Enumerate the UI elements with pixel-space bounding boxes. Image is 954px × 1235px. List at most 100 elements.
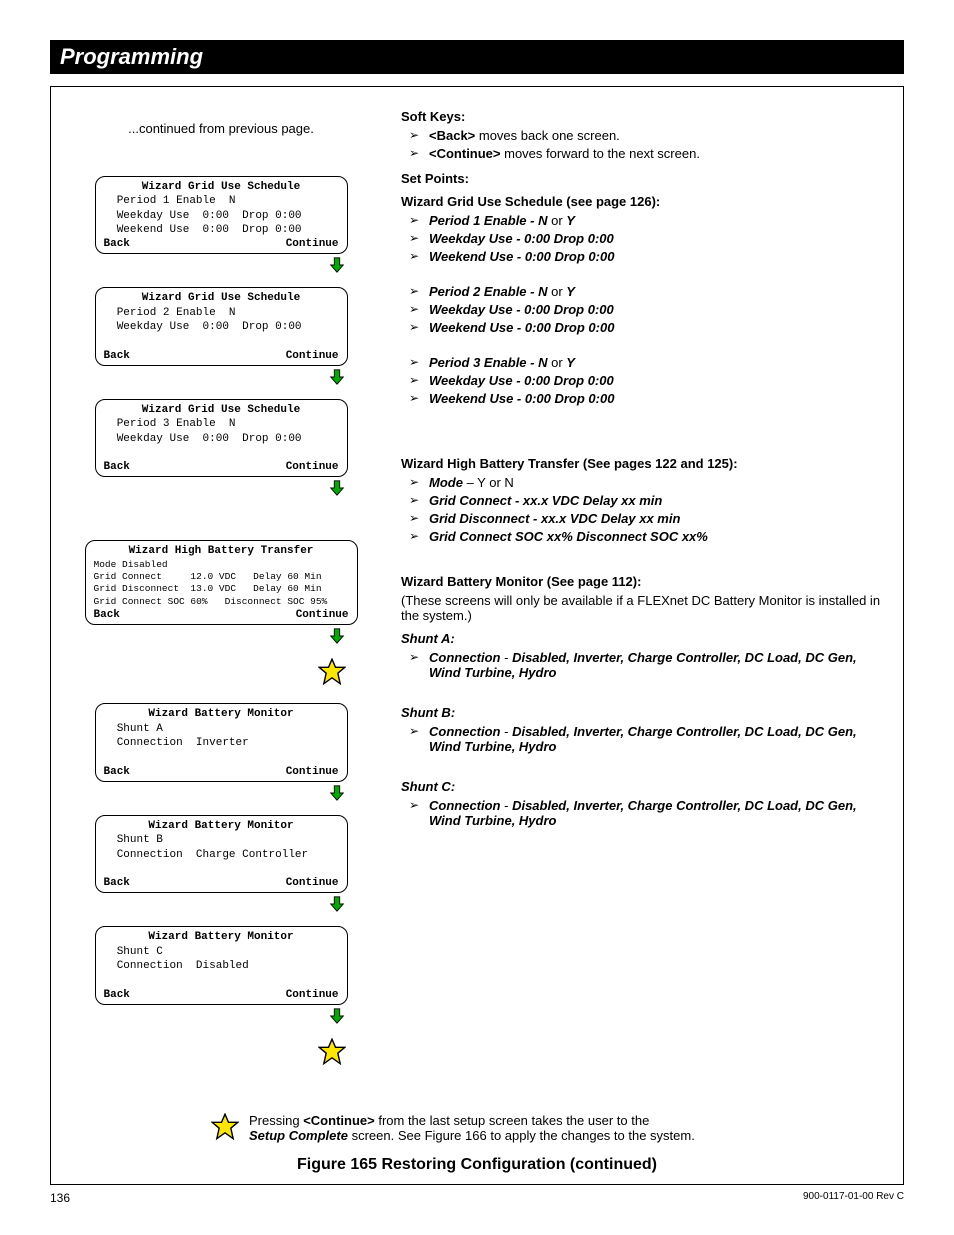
lcd-line: Weekday Use 0:00 Drop 0:00 — [104, 209, 339, 223]
continue-softkey[interactable]: Continue — [286, 765, 339, 779]
lcd-line — [104, 862, 339, 876]
note-text: Pressing <Continue> from the last setup … — [249, 1113, 695, 1143]
text: screen. See Figure 166 to apply the chan… — [348, 1128, 695, 1143]
list-item: Weekend Use - 0:00 Drop 0:00 — [401, 320, 883, 335]
list-item: Weekday Use - 0:00 Drop 0:00 — [401, 231, 883, 246]
lcd-line: Period 3 Enable N — [104, 417, 339, 431]
lcd-line: Grid Connect SOC 60% Disconnect SOC 95% — [94, 596, 349, 608]
page: Programming ...continued from previous p… — [0, 0, 954, 1220]
lcd-title: Wizard High Battery Transfer — [94, 544, 349, 558]
param: Grid Connect - xx.x VDC Delay xx min — [429, 493, 662, 508]
param: Weekday Use - 0:00 Drop 0:00 — [429, 231, 614, 246]
param: Period 3 Enable - N — [429, 355, 547, 370]
lcd-screen-4: Wizard High Battery Transfer Mode Disabl… — [85, 540, 358, 625]
lcd-title: Wizard Battery Monitor — [104, 930, 339, 944]
lcd-line: Period 2 Enable N — [104, 306, 339, 320]
setpoints-heading: Set Points: — [401, 171, 883, 186]
param: Period 1 Enable - N — [429, 213, 547, 228]
lcd-line — [104, 750, 339, 764]
right-column: Soft Keys: <Back> moves back one screen.… — [401, 101, 883, 1083]
lcd-line: Connection Inverter — [104, 736, 339, 750]
down-arrow-icon — [71, 1007, 371, 1028]
wizard-hbt-heading: Wizard High Battery Transfer (See pages … — [401, 456, 883, 471]
screen-name: Setup Complete — [249, 1128, 348, 1143]
list-item: Weekday Use - 0:00 Drop 0:00 — [401, 373, 883, 388]
continue-softkey[interactable]: Continue — [296, 608, 349, 622]
back-softkey[interactable]: Back — [104, 349, 130, 363]
list-item: <Back> moves back one screen. — [401, 128, 883, 143]
continue-softkey[interactable]: Continue — [286, 876, 339, 890]
back-softkey[interactable]: Back — [104, 765, 130, 779]
lcd-line: Shunt A — [104, 722, 339, 736]
list-item: Grid Connect - xx.x VDC Delay xx min — [401, 493, 883, 508]
figure-caption: Figure 165 Restoring Configuration (cont… — [71, 1156, 883, 1174]
shunt-c-heading: Shunt C: — [401, 779, 883, 794]
list-item: Connection - Disabled, Inverter, Charge … — [401, 724, 883, 754]
lcd-screen-3: Wizard Grid Use Schedule Period 3 Enable… — [95, 399, 348, 477]
back-softkey[interactable]: Back — [104, 460, 130, 474]
param: Grid Connect SOC xx% Disconnect SOC xx% — [429, 529, 708, 544]
wizard-grid-heading: Wizard Grid Use Schedule (see page 126): — [401, 194, 883, 209]
back-softkey[interactable]: Back — [104, 988, 130, 1002]
page-number: 136 — [50, 1191, 70, 1205]
down-arrow-icon — [71, 784, 371, 805]
down-arrow-icon — [71, 479, 371, 500]
param: Period 2 Enable - N — [429, 284, 547, 299]
param: Weekend Use - 0:00 Drop 0:00 — [429, 320, 614, 335]
list-item: Period 2 Enable - N or Y — [401, 284, 883, 299]
param: Weekend Use - 0:00 Drop 0:00 — [429, 391, 614, 406]
back-softkey[interactable]: Back — [94, 608, 120, 622]
final-note: Pressing <Continue> from the last setup … — [71, 1113, 883, 1144]
list-item: <Continue> moves forward to the next scr… — [401, 146, 883, 161]
param: Mode — [429, 475, 463, 490]
continued-note: ...continued from previous page. — [71, 121, 371, 136]
lcd-line: Grid Connect 12.0 VDC Delay 60 Min — [94, 571, 349, 583]
text: or — [547, 355, 566, 370]
list-item: Connection - Disabled, Inverter, Charge … — [401, 650, 883, 680]
param: Y — [566, 284, 575, 299]
star-icon — [71, 1038, 371, 1069]
wizard-bm-heading: Wizard Battery Monitor (See page 112): — [401, 574, 883, 589]
lcd-screen-6: Wizard Battery Monitor Shunt B Connectio… — [95, 815, 348, 893]
lcd-line: Shunt B — [104, 833, 339, 847]
star-icon — [71, 658, 371, 689]
lcd-line: Weekday Use 0:00 Drop 0:00 — [104, 320, 339, 334]
text: - — [501, 724, 513, 739]
content-frame: ...continued from previous page. Wizard … — [50, 86, 904, 1185]
lcd-line: Period 1 Enable N — [104, 194, 339, 208]
continue-softkey[interactable]: Continue — [286, 237, 339, 251]
back-softkey[interactable]: Back — [104, 237, 130, 251]
param: Connection — [429, 724, 501, 739]
continue-softkey[interactable]: Continue — [286, 349, 339, 363]
lcd-screen-2: Wizard Grid Use Schedule Period 2 Enable… — [95, 287, 348, 365]
param: Weekday Use - 0:00 Drop 0:00 — [429, 302, 614, 317]
down-arrow-icon — [71, 256, 371, 277]
lcd-line: Connection Disabled — [104, 959, 339, 973]
param: Grid Disconnect - xx.x VDC Delay xx min — [429, 511, 680, 526]
lcd-title: Wizard Grid Use Schedule — [104, 291, 339, 305]
list-item: Weekend Use - 0:00 Drop 0:00 — [401, 391, 883, 406]
lcd-screen-1: Wizard Grid Use Schedule Period 1 Enable… — [95, 176, 348, 254]
lcd-line: Shunt C — [104, 945, 339, 959]
continue-softkey[interactable]: Continue — [286, 460, 339, 474]
key-name: <Continue> — [303, 1113, 375, 1128]
section-header: Programming — [50, 40, 904, 74]
list-item: Grid Connect SOC xx% Disconnect SOC xx% — [401, 529, 883, 544]
lcd-title: Wizard Grid Use Schedule — [104, 403, 339, 417]
text: – Y or N — [463, 475, 514, 490]
page-footer: 136 900-0117-01-00 Rev C — [50, 1191, 904, 1205]
lcd-line: Weekend Use 0:00 Drop 0:00 — [104, 223, 339, 237]
continue-softkey[interactable]: Continue — [286, 988, 339, 1002]
star-icon — [211, 1113, 239, 1144]
back-softkey[interactable]: Back — [104, 876, 130, 890]
param: Weekend Use - 0:00 Drop 0:00 — [429, 249, 614, 264]
param: Weekday Use - 0:00 Drop 0:00 — [429, 373, 614, 388]
list-item: Period 1 Enable - N or Y — [401, 213, 883, 228]
list-item: Weekday Use - 0:00 Drop 0:00 — [401, 302, 883, 317]
lcd-line: Grid Disconnect 13.0 VDC Delay 60 Min — [94, 583, 349, 595]
text: - — [501, 798, 513, 813]
softkeys-heading: Soft Keys: — [401, 109, 883, 124]
key-desc: moves back one screen. — [475, 128, 620, 143]
lcd-screen-7: Wizard Battery Monitor Shunt C Connectio… — [95, 926, 348, 1004]
lcd-line: Mode Disabled — [94, 559, 349, 571]
